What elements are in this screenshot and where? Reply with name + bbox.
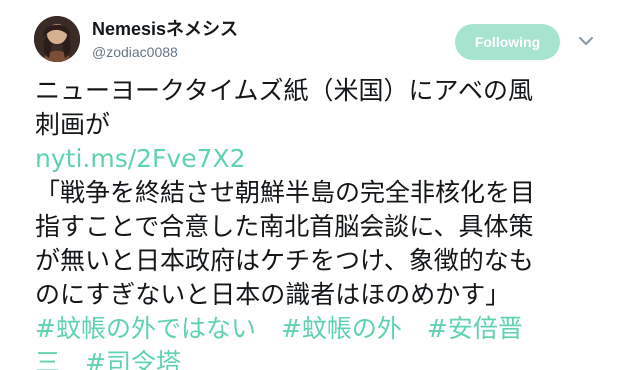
quoted-text-line: が無いと日本政府はケチをつけ、象徴的なも [35, 246, 534, 275]
tweet-card: Nemesisネメシス @zodiac0088 Following ニューヨーク… [0, 0, 620, 370]
tweet-link[interactable]: nyti.ms/2Fve7X2 [35, 142, 605, 176]
profile-avatar[interactable] [34, 16, 80, 62]
tweet-text: ニューヨークタイムズ紙（米国）にアベの風 刺画が nyti.ms/2Fve7X2… [35, 74, 605, 370]
quoted-text-line: 「戦争を終結させ朝鮮半島の完全非核化を目 [35, 178, 536, 207]
quoted-text-line: のにすぎないと日本の識者はほのめかす」 [35, 280, 511, 309]
display-name[interactable]: Nemesisネメシス [92, 18, 392, 40]
user-identity[interactable]: Nemesisネメシス @zodiac0088 [92, 18, 392, 61]
username[interactable]: @zodiac0088 [92, 43, 392, 61]
quoted-text-line: 指すことで合意した南北首脳会談に、具体策 [35, 212, 534, 241]
tweet-text-line: ニューヨークタイムズ紙（米国）にアベの風 [35, 76, 534, 105]
following-button[interactable]: Following [455, 24, 560, 60]
chevron-down-icon[interactable] [576, 31, 596, 51]
hashtags-line[interactable]: #蚊帳の外ではない #蚊帳の外 #安倍晋 [35, 312, 605, 346]
tweet-text-line: 刺画が [35, 110, 111, 139]
avatar-image [34, 16, 80, 62]
hashtags-line[interactable]: 三 #司令塔 [35, 346, 605, 370]
